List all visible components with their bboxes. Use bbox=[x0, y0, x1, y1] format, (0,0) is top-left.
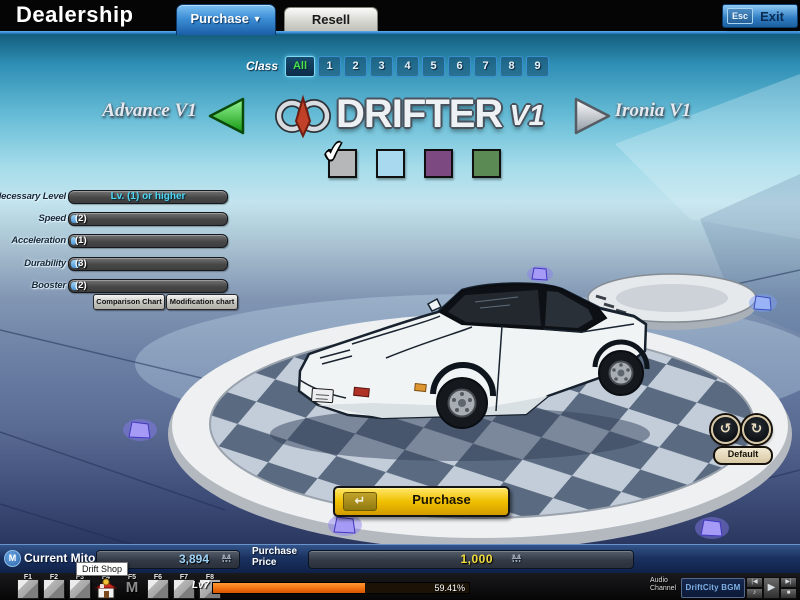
paint-swatch-sky-blue[interactable] bbox=[376, 149, 405, 178]
necessary-level-label: Necessary Level bbox=[0, 190, 66, 203]
paint-swatch-silver[interactable]: ✔ bbox=[328, 149, 357, 178]
next-model-name: Ironia V1 bbox=[598, 100, 708, 122]
class-button-7[interactable]: 7 bbox=[474, 56, 497, 77]
paint-swatch-purple[interactable] bbox=[424, 149, 453, 178]
purchase-price-display: 1,000 M bbox=[308, 550, 634, 569]
class-button-9[interactable]: 9 bbox=[526, 56, 549, 77]
paint-swatches: ✔ bbox=[328, 149, 501, 178]
prev-track-button[interactable]: |◀ bbox=[746, 577, 763, 588]
side-marker bbox=[415, 383, 427, 391]
paint-swatch-green[interactable] bbox=[472, 149, 501, 178]
rotate-cw-icon: ↻ bbox=[751, 420, 763, 436]
booster-row: Booster (2) bbox=[0, 279, 240, 293]
durability-bar: (3) bbox=[68, 257, 228, 271]
page-title: Dealership bbox=[16, 2, 134, 28]
rotate-right-button[interactable]: ↻ bbox=[742, 415, 771, 444]
xp-fill bbox=[213, 583, 365, 593]
model-version: V1 bbox=[509, 100, 544, 133]
taskbar-cube-icon-4[interactable] bbox=[146, 578, 170, 598]
rear-wheel bbox=[599, 351, 643, 395]
exit-button[interactable]: Esc Exit bbox=[722, 4, 798, 28]
speed-row: Speed (2) bbox=[0, 212, 240, 226]
comparison-chart-button[interactable]: Comparison Chart bbox=[93, 294, 165, 310]
bgm-display: DriftCity BGM bbox=[681, 578, 745, 598]
mito-currency-icon: M bbox=[222, 553, 231, 565]
mito-amount: 3,894 bbox=[179, 552, 209, 566]
next-car-arrow[interactable] bbox=[573, 96, 613, 136]
chevron-down-icon: ▼ bbox=[253, 14, 262, 24]
current-model-title: DRIFTER V1 bbox=[336, 92, 576, 136]
front-indicator bbox=[354, 387, 370, 397]
class-button-8[interactable]: 8 bbox=[500, 56, 523, 77]
audio-note-button[interactable]: ♪ bbox=[746, 588, 763, 599]
mito-coin-icon: M bbox=[4, 550, 21, 567]
tab-resell[interactable]: Resell bbox=[284, 7, 378, 32]
play-button[interactable]: ▶ bbox=[763, 577, 780, 599]
rotate-ccw-icon: ↺ bbox=[720, 420, 732, 436]
default-view-button[interactable]: Default bbox=[713, 446, 773, 465]
acceleration-row: Acceleration (1) bbox=[0, 234, 240, 248]
drift-shop-icon[interactable] bbox=[94, 578, 118, 598]
class-button-all[interactable]: All bbox=[285, 56, 315, 77]
stop-button[interactable]: ■ bbox=[780, 588, 797, 599]
class-button-2[interactable]: 2 bbox=[344, 56, 367, 77]
header-divider bbox=[0, 31, 800, 34]
audio-channel-label: Audio Channel bbox=[650, 577, 676, 593]
necessary-level-row: Necessary Level Lv. (1) or higher bbox=[0, 190, 240, 204]
necessary-level-value: Lv. (1) or higher bbox=[69, 191, 227, 203]
price-currency-icon: M bbox=[512, 553, 521, 565]
class-button-4[interactable]: 4 bbox=[396, 56, 419, 77]
booster-bar: (2) bbox=[68, 279, 228, 293]
model-name: DRIFTER bbox=[336, 92, 502, 136]
necessary-level-bar: Lv. (1) or higher bbox=[68, 190, 228, 204]
mito-m-icon[interactable]: M bbox=[120, 578, 144, 598]
level-label: Lv7 bbox=[192, 580, 209, 591]
speed-bar: (2) bbox=[68, 212, 228, 226]
manufacturer-logo-icon bbox=[272, 93, 334, 139]
dealership-screen: Dealership Purchase ▼ Resell Esc Exit Cl… bbox=[0, 0, 800, 600]
taskbar-cube-icon-3[interactable] bbox=[68, 578, 92, 598]
class-button-5[interactable]: 5 bbox=[422, 56, 445, 77]
class-button-6[interactable]: 6 bbox=[448, 56, 471, 77]
class-button-1[interactable]: 1 bbox=[318, 56, 341, 77]
prev-car-arrow[interactable] bbox=[206, 96, 246, 136]
taskbar-cube-icon-1[interactable] bbox=[16, 578, 40, 598]
prev-model-name: Advance V1 bbox=[92, 100, 207, 122]
purchase-button[interactable]: ↵ Purchase bbox=[333, 486, 510, 517]
enter-key-icon: ↵ bbox=[343, 492, 377, 511]
purchase-price-label: Purchase Price bbox=[252, 546, 297, 568]
modification-chart-button[interactable]: Modification chart bbox=[166, 294, 238, 310]
acceleration-bar: (1) bbox=[68, 234, 228, 248]
durability-row: Durability (3) bbox=[0, 257, 240, 271]
class-label: Class bbox=[246, 59, 278, 73]
xp-bar: 59.41% bbox=[212, 582, 470, 594]
xp-percent: 59.41% bbox=[434, 583, 465, 593]
taskbar-cube-icon-2[interactable] bbox=[42, 578, 66, 598]
front-wheel bbox=[437, 378, 487, 428]
tab-purchase[interactable]: Purchase ▼ bbox=[176, 4, 276, 35]
class-button-3[interactable]: 3 bbox=[370, 56, 393, 77]
price-amount: 1,000 bbox=[460, 552, 493, 566]
class-selector: All 1 2 3 4 5 6 7 8 9 bbox=[285, 56, 549, 77]
rotate-left-button[interactable]: ↺ bbox=[711, 415, 740, 444]
next-track-button[interactable]: ▶| bbox=[780, 577, 797, 588]
esc-key-badge: Esc bbox=[727, 8, 753, 24]
drift-shop-tooltip: Drift Shop bbox=[76, 562, 128, 576]
